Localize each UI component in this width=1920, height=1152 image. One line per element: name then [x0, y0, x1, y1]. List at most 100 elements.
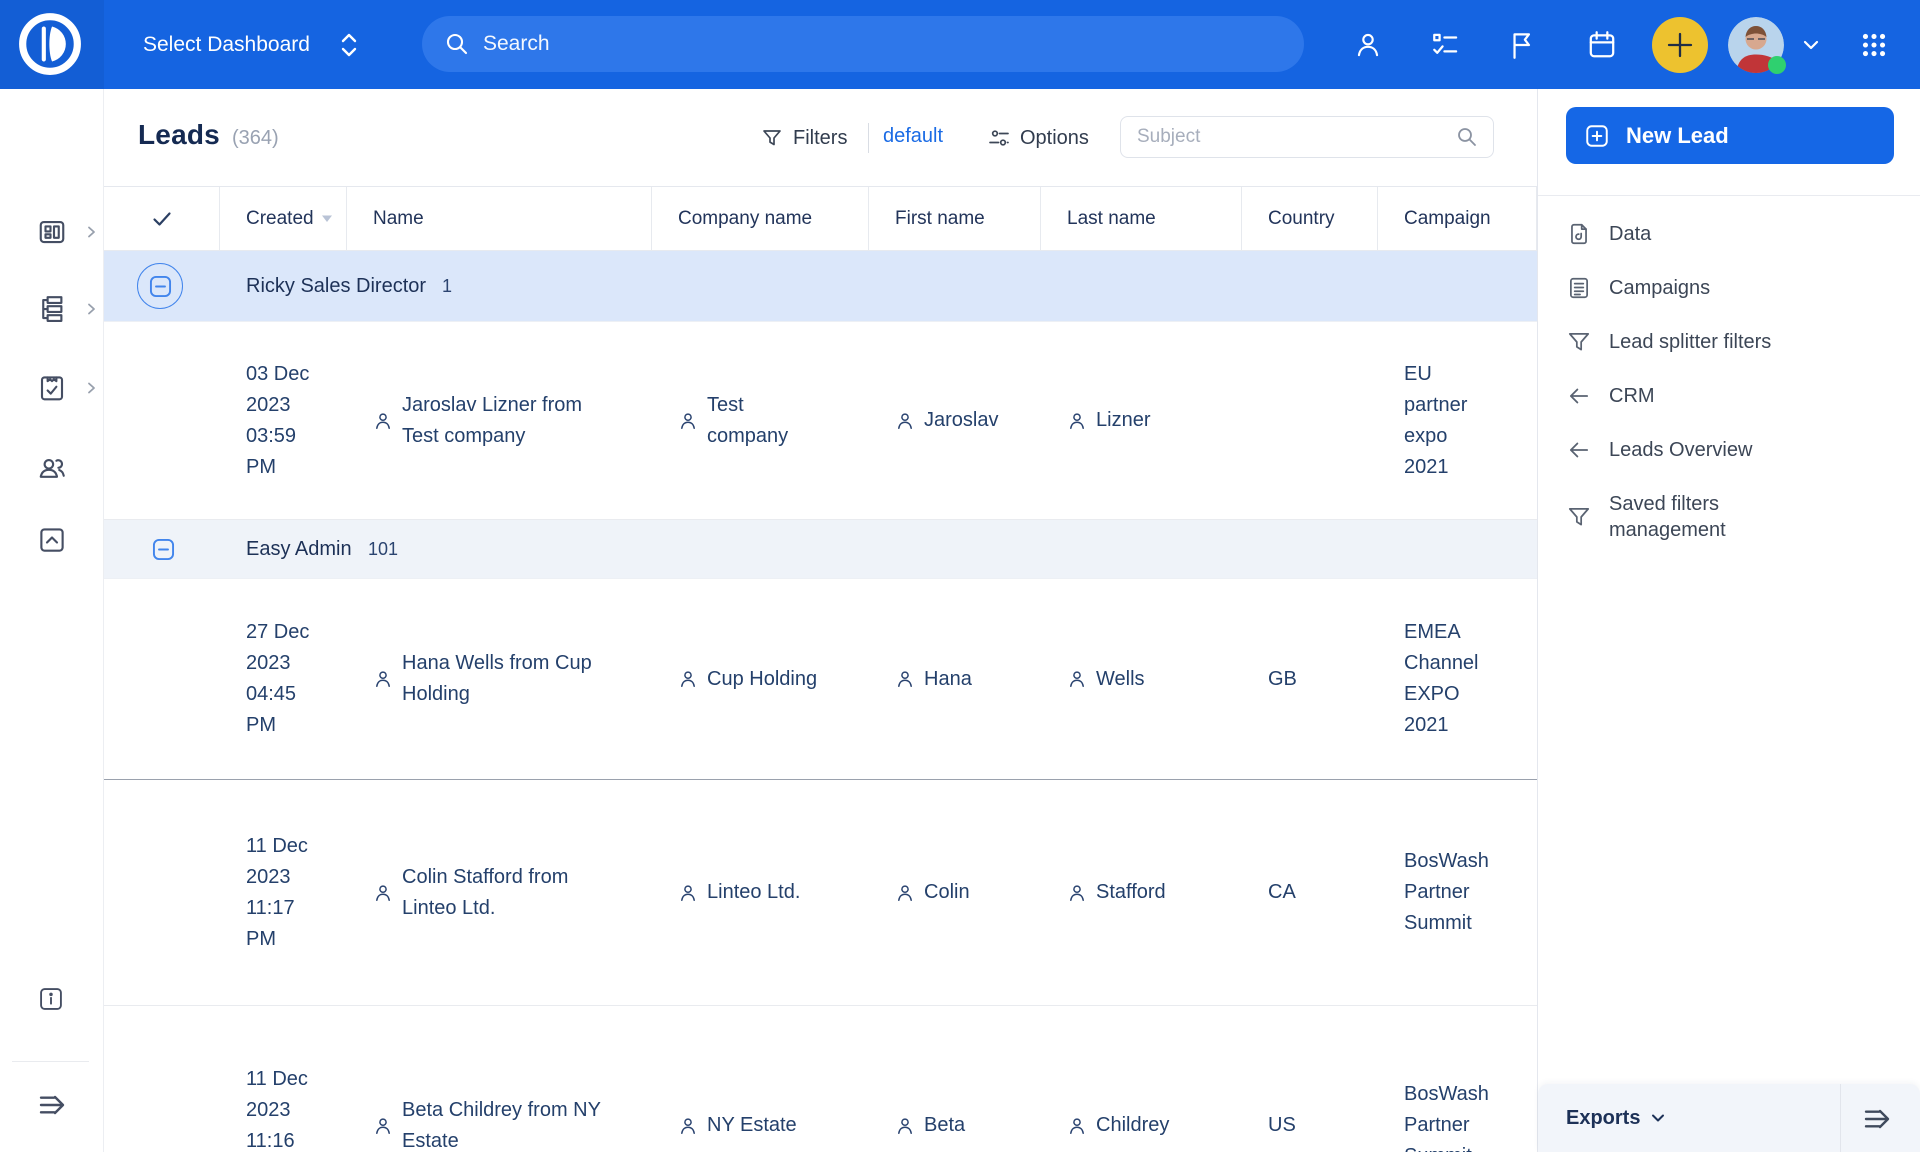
options-button[interactable]: Options [988, 120, 1089, 156]
column-header-campaign[interactable]: Campaign [1378, 187, 1537, 250]
menu-item-data[interactable]: Data [1538, 207, 1920, 261]
subject-input[interactable] [1137, 126, 1455, 148]
sidebar-chevron-icon[interactable] [84, 381, 98, 395]
menu-item-leads-overview[interactable]: Leads Overview [1538, 423, 1920, 477]
collapse-group-icon[interactable] [150, 536, 177, 563]
table-body: Ricky Sales Director103 Dec 2023 03:59 P… [104, 251, 1537, 1152]
footer-divider [1840, 1084, 1841, 1152]
filters-button[interactable]: Filters [761, 120, 847, 156]
sidebar-item-dashboards[interactable] [37, 217, 67, 247]
column-header-name[interactable]: Name [347, 187, 652, 250]
document-lines-icon [1566, 275, 1592, 301]
chevron-down-icon [1650, 1112, 1666, 1124]
cell-last-name: Childrey [1041, 1006, 1242, 1152]
menu-item-lead-splitter-filters[interactable]: Lead splitter filters [1538, 315, 1920, 369]
exports-button[interactable]: Exports [1566, 1084, 1666, 1152]
checklist-icon[interactable] [1430, 29, 1462, 61]
panel-footer: Exports [1538, 1084, 1920, 1152]
sidebar-item-tree[interactable] [37, 294, 67, 324]
exports-label: Exports [1566, 1107, 1640, 1130]
sidebar-item-contacts[interactable] [37, 453, 67, 483]
cell-select [104, 579, 220, 779]
column-header-created[interactable]: Created [220, 187, 347, 250]
column-header-first-name[interactable]: First name [869, 187, 1041, 250]
dashboard-icon [37, 217, 67, 247]
funnel-icon [761, 127, 783, 149]
leads-table: Created Name Company name First name Las… [104, 187, 1537, 1152]
sidebar-item-collapse-box[interactable] [37, 525, 67, 555]
menu-item-campaigns[interactable]: Campaigns [1538, 261, 1920, 315]
cell-campaign: BosWash Partner Summit [1378, 1006, 1537, 1152]
left-sidebar [0, 89, 104, 1152]
avatar[interactable] [1728, 17, 1784, 73]
subject-search[interactable] [1120, 116, 1494, 158]
cell-created: 03 Dec 2023 03:59 PM [220, 322, 347, 519]
table-row[interactable]: 11 Dec 2023 11:16 PM Beta Childrey from N… [104, 1006, 1537, 1152]
cell-country: CA [1242, 780, 1378, 1005]
topbar-actions [1352, 0, 1920, 89]
sidebar-item-tasks[interactable] [37, 373, 67, 403]
app-logo-icon[interactable] [17, 11, 83, 77]
select-all-header[interactable] [104, 187, 220, 250]
column-header-country[interactable]: Country [1242, 187, 1378, 250]
group-row[interactable]: Ricky Sales Director1 [104, 251, 1537, 322]
sidebar-chevron-icon[interactable] [84, 302, 98, 316]
sidebar-divider [12, 1061, 89, 1062]
select-updown-icon [336, 29, 362, 61]
cell-text-first-name: Colin [924, 877, 970, 908]
cell-text-created: 11 Dec 2023 11:16 PM [246, 1064, 312, 1152]
cell-first-name: Colin [869, 780, 1041, 1005]
flag-icon[interactable] [1506, 29, 1538, 61]
column-header-last-name[interactable]: Last name [1041, 187, 1242, 250]
right-panel: New Lead Data Campaigns Lead splitter f [1537, 89, 1920, 1152]
table-row[interactable]: 11 Dec 2023 11:17 PMColin Stafford from … [104, 780, 1537, 1006]
person-icon [678, 1116, 698, 1136]
cell-company: NY Estate [652, 1006, 869, 1152]
calendar-icon[interactable] [1586, 29, 1618, 61]
global-search[interactable] [422, 16, 1304, 72]
active-filter-link[interactable]: default [883, 125, 943, 148]
cell-select [104, 780, 220, 1005]
person-icon [373, 669, 393, 689]
menu-item-saved-filters-management[interactable]: Saved filters management [1538, 477, 1920, 557]
cell-name: Beta Childrey from NY Estate [347, 1006, 652, 1152]
cell-first-name: Hana [869, 579, 1041, 779]
column-header-company[interactable]: Company name [652, 187, 869, 250]
cell-text-country: CA [1268, 877, 1296, 908]
chevron-down-icon[interactable] [1800, 34, 1822, 56]
person-icon [1067, 669, 1087, 689]
filters-label: Filters [793, 127, 847, 150]
group-row[interactable]: Easy Admin101 [104, 520, 1537, 579]
dashboard-selector[interactable]: Select Dashboard [143, 0, 362, 89]
collapse-panel-button[interactable] [1862, 1103, 1894, 1135]
arrow-left-icon [1566, 437, 1592, 463]
sidebar-chevron-icon[interactable] [84, 225, 98, 239]
cell-company: Cup Holding [652, 579, 869, 779]
menu-item-crm[interactable]: CRM [1538, 369, 1920, 423]
cell-text-company: NY Estate [707, 1110, 797, 1141]
cell-text-first-name: Hana [924, 664, 972, 695]
table-row[interactable]: 03 Dec 2023 03:59 PM Jaroslav Lizner from… [104, 322, 1537, 520]
expand-right-icon [1862, 1103, 1894, 1135]
main-content: Leads (364) Filters default Options [104, 89, 1537, 1152]
sort-desc-icon [321, 214, 333, 223]
cell-text-company: Test company [707, 390, 819, 452]
search-input[interactable] [483, 32, 1183, 56]
collapse-group-icon[interactable] [137, 263, 183, 309]
sidebar-expand-button[interactable] [37, 1089, 67, 1119]
search-icon [444, 31, 470, 57]
info-icon [37, 985, 65, 1013]
toolbar: Filters default Options [104, 89, 1537, 187]
apps-grid-icon[interactable] [1858, 29, 1890, 61]
person-icon [895, 669, 915, 689]
add-plus-button[interactable] [1652, 17, 1708, 73]
info-button[interactable] [37, 985, 67, 1015]
new-lead-button[interactable]: New Lead [1566, 107, 1894, 164]
cell-text-name: Jaroslav Lizner from Test company [402, 390, 610, 452]
cell-text-campaign: BosWash Partner Summit [1404, 846, 1490, 939]
cell-text-campaign: EMEA Channel EXPO 2021 [1404, 617, 1490, 741]
table-row[interactable]: 27 Dec 2023 04:45 PMHana Wells from Cup … [104, 579, 1537, 780]
user-icon[interactable] [1352, 29, 1384, 61]
cell-company: Linteo Ltd. [652, 780, 869, 1005]
cell-text-created: 03 Dec 2023 03:59 PM [246, 359, 312, 483]
